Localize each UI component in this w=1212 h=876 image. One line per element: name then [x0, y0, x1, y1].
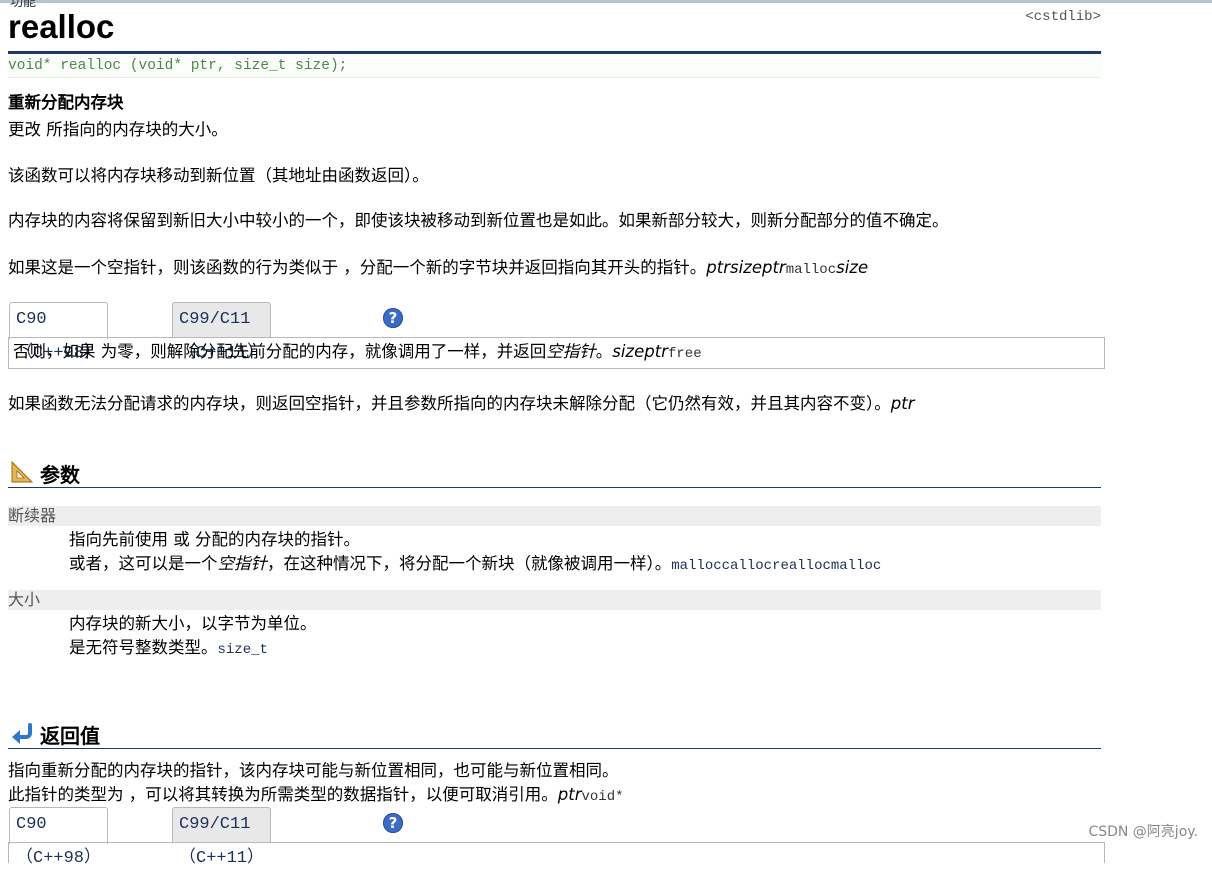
help-icon-2[interactable]: ?	[383, 813, 403, 833]
param-size-line-2: 是无符号整数类型。size_t	[69, 636, 268, 662]
tabbox-italic-2: sizeptr	[612, 342, 668, 361]
return-section-header: 返回值	[8, 718, 1101, 749]
page-title: realloc	[8, 8, 115, 45]
return-code: void*	[581, 789, 624, 805]
param-ptr-italic: 空指针	[217, 554, 268, 573]
top-border	[0, 0, 1212, 3]
top-fragment: 功能	[10, 0, 37, 10]
tabbox-italic: 空指针	[546, 342, 596, 361]
return-para-1: 指向重新分配的内存块的指针，该内存块可能与新位置相同，也可能与新位置相同。	[8, 761, 619, 780]
tab-content-c90-2	[8, 842, 1105, 863]
return-title: 返回值	[40, 724, 100, 748]
para4-italic-2: size	[836, 258, 869, 277]
para5-italic: ptr	[890, 394, 915, 413]
param-ptr-line-2: 或者，这可以是一个空指针，在这种情况下，将分配一个新块（就像被调用一样）。mal…	[69, 552, 881, 578]
param-ptr-text: 或者，这可以是一个	[69, 554, 218, 573]
param-name-ptr: 断续器	[8, 506, 1101, 526]
return-italic: ptr	[557, 785, 582, 804]
param-name-size: 大小	[8, 590, 1101, 610]
tab-c90[interactable]: C90 （C++98）	[9, 302, 109, 363]
para4-text: 如果这是一个空指针，则该函数的行为类似于 ，分配一个新的字节块并返回指向其开头的…	[8, 258, 707, 277]
description-para-5: 如果函数无法分配请求的内存块，则返回空指针，并且参数所指向的内存块未解除分配（它…	[8, 393, 914, 415]
para4-italic: ptrsizeptr	[706, 258, 786, 277]
parameters-section-header: 参数	[8, 457, 1101, 488]
description-para-1: 更改 所指向的内存块的大小。	[8, 120, 228, 139]
help-icon[interactable]: ?	[383, 308, 403, 328]
short-description: 重新分配内存块	[8, 93, 124, 112]
tab-c99-2[interactable]: C99/C11 （C++11）	[172, 807, 271, 868]
tabbox-text: 否则，如果 为零，则解除分配先前分配的内存，就像调用了一样，并返回	[13, 342, 547, 361]
tabbox-text-2: 。	[595, 342, 613, 361]
param-ptr-line-1: 指向先前使用 或 分配的内存块的指针。	[69, 530, 360, 549]
param-ptr-text-2: ，在这种情况下，将分配一个新块（就像被调用一样）。	[267, 554, 672, 573]
tabbox-code: free	[667, 346, 702, 362]
function-prototype: void* realloc (void* ptr, size_t size);	[8, 55, 1101, 78]
param-size-text: 是无符号整数类型。	[69, 638, 218, 657]
tab-c99[interactable]: C99/C11 （C++11）	[172, 302, 271, 363]
parameters-title: 参数	[40, 463, 80, 487]
param-size-code: size_t	[217, 642, 268, 658]
tab-c90-2[interactable]: C90 （C++98）	[9, 807, 109, 868]
return-para-2: 此指针的类型为 ，可以将其转换为所需类型的数据指针，以便可取消引用。ptrvoi…	[8, 784, 624, 808]
param-ptr-code: malloccallocreallocmalloc	[671, 558, 882, 574]
para4-code: malloc	[785, 262, 837, 278]
para5-text: 如果函数无法分配请求的内存块，则返回空指针，并且参数所指向的内存块未解除分配（它…	[8, 394, 891, 413]
param-size-line-1: 内存块的新大小，以字节为单位。	[69, 614, 317, 633]
title-rule	[8, 51, 1101, 54]
ruler-triangle-icon	[11, 460, 34, 483]
description-para-3: 内存块的内容将保留到新旧大小中较小的一个，即使该块被移动到新位置也是如此。如果新…	[8, 211, 949, 230]
return-arrow-icon	[12, 723, 32, 744]
watermark: CSDN @阿亮joy.	[1088, 824, 1198, 840]
description-para-4: 如果这是一个空指针，则该函数的行为类似于 ，分配一个新的字节块并返回指向其开头的…	[8, 257, 868, 281]
tab-content-c90: 否则，如果 为零，则解除分配先前分配的内存，就像调用了一样，并返回空指针。siz…	[8, 337, 1105, 369]
header-name[interactable]: <cstdlib>	[1025, 9, 1101, 25]
description-para-2: 该函数可以将内存块移动到新位置（其地址由函数返回）。	[8, 166, 429, 185]
return-text: 此指针的类型为 ，可以将其转换为所需类型的数据指针，以便可取消引用。	[8, 785, 558, 804]
